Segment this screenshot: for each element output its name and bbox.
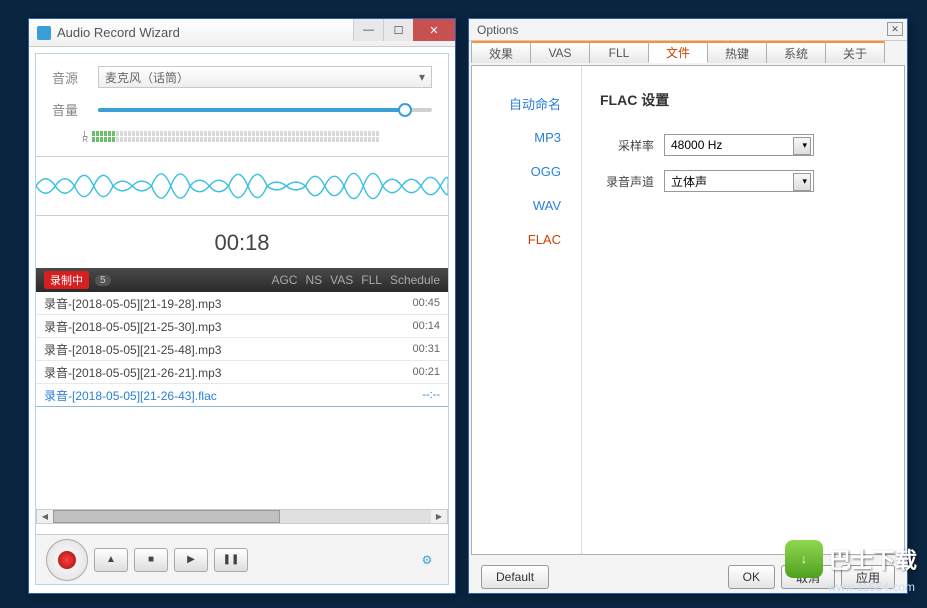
titlebar[interactable]: Audio Record Wizard — ☐ ✕ (29, 19, 455, 47)
settings-button[interactable]: ⚙ (416, 549, 438, 571)
level-meter-row: LR (52, 131, 432, 142)
sample-rate-select[interactable]: 48000 Hz (664, 134, 814, 156)
tab-关于[interactable]: 关于 (825, 41, 885, 63)
timer-display: 00:18 (52, 222, 432, 268)
ok-button[interactable]: OK (728, 565, 775, 589)
recording-duration: 00:21 (412, 366, 440, 378)
volume-row: 音量 (52, 100, 432, 119)
watermark-url: www.11684.com (828, 580, 915, 594)
recording-name: 录音-[2018-05-05][21-25-30].mp3 (44, 318, 221, 335)
playback-controls: ▲ ■ ▶ ❚❚ ⚙ (36, 534, 448, 584)
scroll-thumb[interactable] (53, 510, 280, 523)
subtabs-sidebar: 自动命名MP3OGGWAVFLAC (472, 66, 582, 554)
recording-duration: 00:45 (412, 297, 440, 309)
scroll-left-button[interactable]: ◀ (37, 510, 53, 523)
recording-name: 录音-[2018-05-05][21-25-48].mp3 (44, 341, 221, 358)
minimize-button[interactable]: — (353, 19, 383, 41)
maximize-button[interactable]: ☐ (383, 19, 413, 41)
tab-热键[interactable]: 热键 (707, 41, 767, 63)
watermark: ↓ 巴士下载 (785, 540, 917, 578)
default-button[interactable]: Default (481, 565, 549, 589)
recording-item[interactable]: 录音-[2018-05-05][21-26-21].mp3 00:21 (36, 361, 448, 384)
record-icon (58, 551, 76, 569)
tab-效果[interactable]: 效果 (471, 41, 531, 63)
subtab-OGG[interactable]: OGG (472, 154, 581, 188)
volume-label: 音量 (52, 100, 88, 119)
app-icon (37, 26, 51, 40)
col-fll[interactable]: FLL (361, 273, 382, 287)
gear-icon: ⚙ (422, 553, 433, 567)
recording-name: 录音-[2018-05-05][21-26-43].flac (44, 387, 217, 404)
recording-duration: 00:31 (412, 343, 440, 355)
eject-button[interactable]: ▲ (94, 548, 128, 572)
recording-duration: --:-- (422, 389, 440, 401)
col-vas[interactable]: VAS (330, 273, 353, 287)
level-lr-label: LR (52, 132, 88, 142)
panel-title: FLAC 设置 (600, 90, 886, 110)
channel-value: 立体声 (671, 173, 707, 190)
watermark-icon: ↓ (785, 540, 823, 578)
channel-label: 录音声道 (600, 173, 654, 190)
recordings-list: 录音-[2018-05-05][21-19-28].mp300:45录音-[20… (36, 292, 448, 407)
scroll-track[interactable] (53, 510, 431, 523)
stop-button[interactable]: ■ (134, 548, 168, 572)
recording-item[interactable]: 录音-[2018-05-05][21-25-30].mp3 00:14 (36, 315, 448, 338)
source-dropdown[interactable]: 麦克风（话筒） (98, 66, 432, 88)
options-titlebar[interactable]: Options ✕ (469, 19, 907, 41)
subtab-自动命名[interactable]: 自动命名 (472, 86, 581, 120)
sample-rate-label: 采样率 (600, 137, 654, 154)
recording-item[interactable]: 录音-[2018-05-05][21-26-43].flac --:-- (36, 384, 448, 407)
tab-VAS[interactable]: VAS (530, 41, 590, 63)
sample-rate-value: 48000 Hz (671, 138, 722, 152)
play-button[interactable]: ▶ (174, 548, 208, 572)
tab-系统[interactable]: 系统 (766, 41, 826, 63)
channel-row: 录音声道 立体声 (600, 170, 886, 192)
pause-button[interactable]: ❚❚ (214, 548, 248, 572)
subtab-MP3[interactable]: MP3 (472, 120, 581, 154)
tabs-bar: 效果VASFLL文件热键系统关于 (469, 41, 907, 65)
waveform-display (36, 156, 448, 216)
subtab-FLAC[interactable]: FLAC (472, 222, 581, 256)
level-meter (92, 131, 432, 142)
recording-name: 录音-[2018-05-05][21-19-28].mp3 (44, 295, 221, 312)
slider-thumb[interactable] (398, 103, 412, 117)
source-label: 音源 (52, 68, 88, 87)
source-value: 麦克风（话筒） (105, 69, 189, 86)
tab-FLL[interactable]: FLL (589, 41, 649, 63)
recording-item[interactable]: 录音-[2018-05-05][21-25-48].mp3 00:31 (36, 338, 448, 361)
window-controls: — ☐ ✕ (353, 19, 455, 41)
options-close-button[interactable]: ✕ (887, 22, 903, 36)
main-window: Audio Record Wizard — ☐ ✕ 音源 麦克风（话筒） 音量 … (28, 18, 456, 594)
window-title: Audio Record Wizard (57, 25, 180, 40)
watermark-text: 巴士下载 (829, 543, 917, 575)
recording-count: 5 (95, 275, 111, 286)
recording-status-badge: 录制中 (44, 271, 89, 289)
tab-文件[interactable]: 文件 (648, 41, 708, 63)
recording-name: 录音-[2018-05-05][21-26-21].mp3 (44, 364, 221, 381)
main-body: 音源 麦克风（话筒） 音量 LR 00:18 (35, 53, 449, 585)
horizontal-scrollbar[interactable]: ◀ ▶ (36, 509, 448, 524)
channel-select[interactable]: 立体声 (664, 170, 814, 192)
col-schedule[interactable]: Schedule (390, 273, 440, 287)
close-button[interactable]: ✕ (413, 19, 455, 41)
recording-item[interactable]: 录音-[2018-05-05][21-19-28].mp3 00:45 (36, 292, 448, 315)
recording-duration: 00:14 (412, 320, 440, 332)
tab-body: 自动命名MP3OGGWAVFLAC FLAC 设置 采样率 48000 Hz 录… (471, 65, 905, 555)
sample-rate-row: 采样率 48000 Hz (600, 134, 886, 156)
settings-panel: FLAC 设置 采样率 48000 Hz 录音声道 立体声 (582, 66, 904, 554)
column-headers: AGC NS VAS FLL Schedule (271, 273, 440, 287)
record-button[interactable] (46, 539, 88, 581)
col-agc[interactable]: AGC (271, 273, 297, 287)
subtab-WAV[interactable]: WAV (472, 188, 581, 222)
options-title: Options (477, 23, 518, 37)
col-ns[interactable]: NS (305, 273, 322, 287)
source-row: 音源 麦克风（话筒） (52, 66, 432, 88)
volume-slider[interactable] (98, 108, 432, 112)
slider-fill (98, 108, 405, 112)
recordings-header: 录制中 5 AGC NS VAS FLL Schedule (36, 268, 448, 292)
scroll-right-button[interactable]: ▶ (431, 510, 447, 523)
options-window: Options ✕ 效果VASFLL文件热键系统关于 自动命名MP3OGGWAV… (468, 18, 908, 594)
